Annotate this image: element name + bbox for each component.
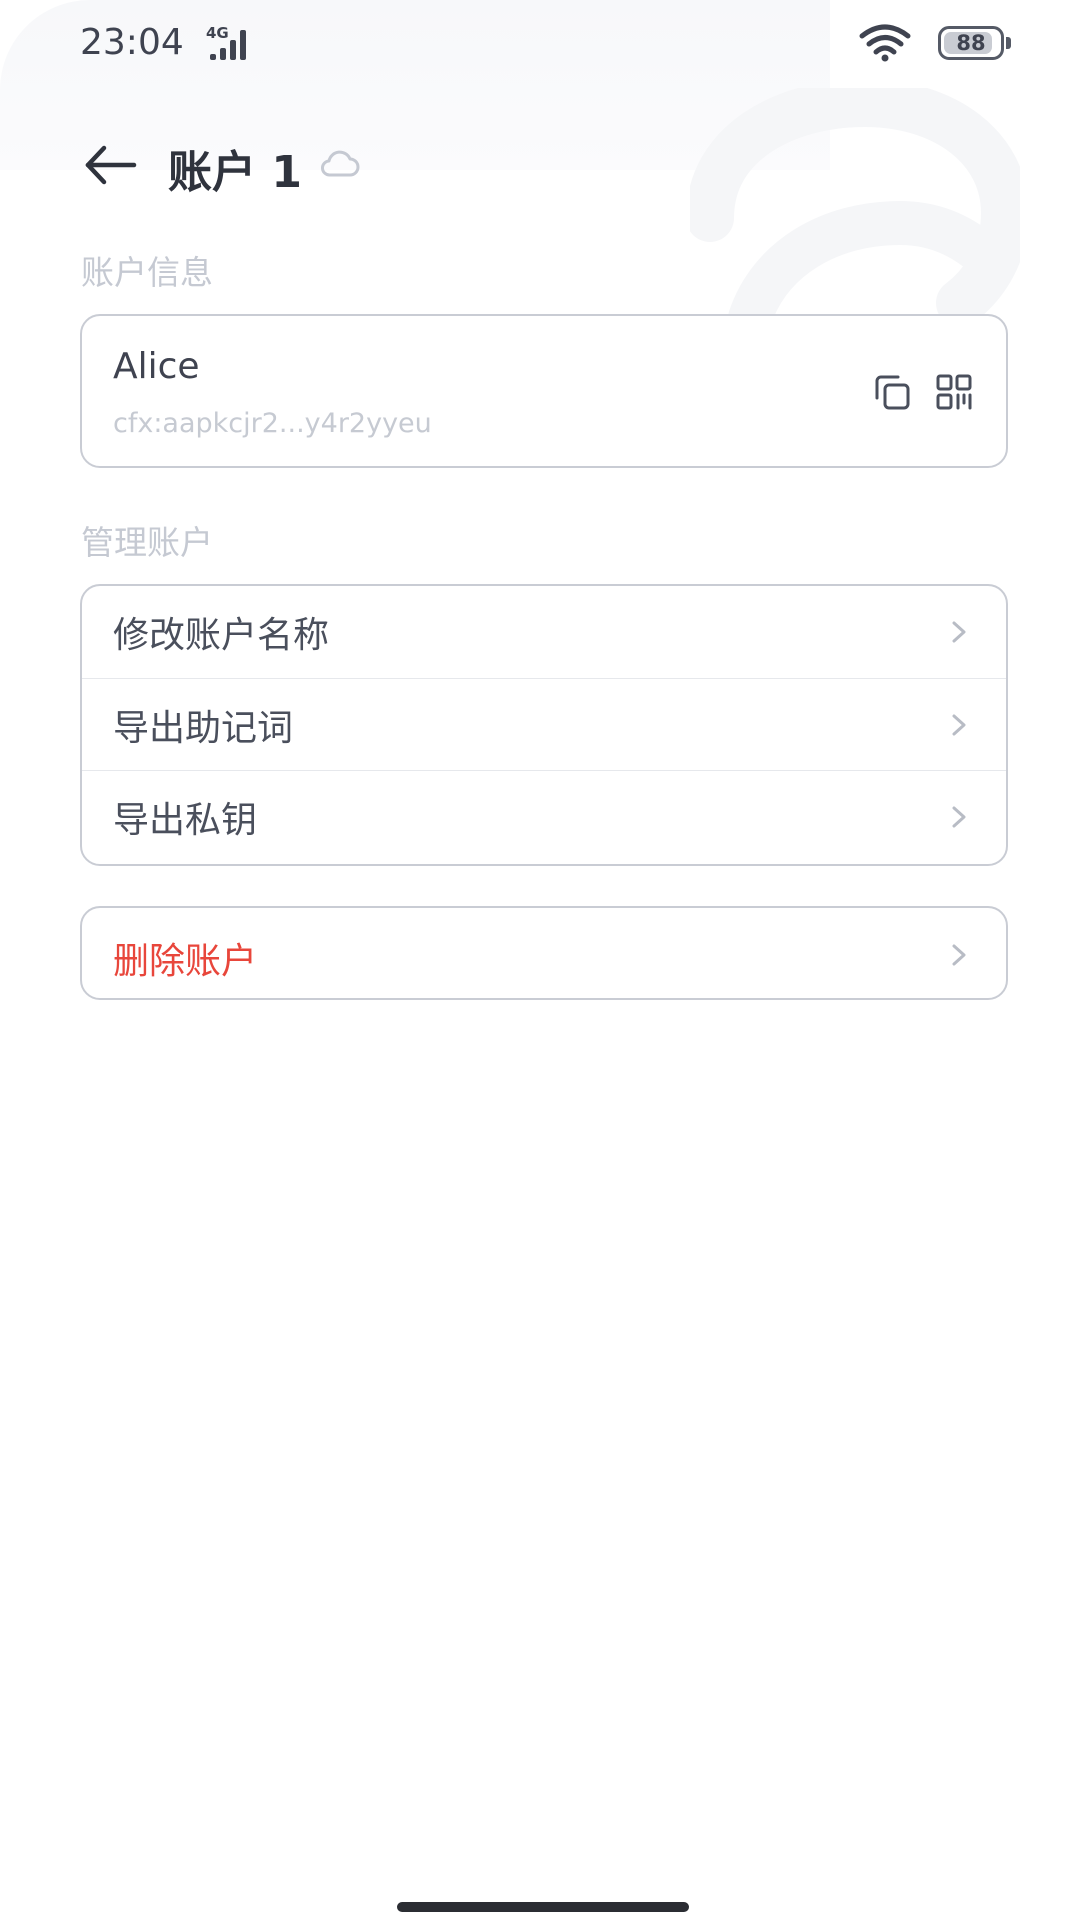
chevron-right-icon — [952, 621, 966, 643]
delete-account-button[interactable]: 删除账户 — [80, 906, 1008, 1000]
account-detail-screen: 23:04 4G 88 账户 1 账户信息 Alice cfx:aapkcjr2… — [0, 0, 1080, 1920]
wifi-icon — [859, 24, 911, 62]
account-name: Alice — [113, 346, 200, 387]
export-mnemonic-label: 导出助记词 — [113, 707, 294, 749]
battery-body: 88 — [938, 26, 1004, 60]
status-time: 23:04 — [80, 22, 184, 63]
delete-account-label: 删除账户 — [113, 941, 258, 982]
background-logo-icon — [690, 88, 1020, 318]
page-title: 账户 1 — [168, 147, 302, 198]
cellular-signal-icon — [210, 30, 246, 60]
back-button[interactable] — [80, 140, 142, 190]
battery-tip — [1006, 37, 1011, 49]
account-info-section-label: 账户信息 — [81, 253, 213, 292]
export-private-key-item[interactable]: 导出私钥 — [82, 770, 1006, 862]
arrow-left-icon — [85, 145, 137, 185]
home-indicator[interactable] — [397, 1902, 689, 1912]
rename-account-label: 修改账户名称 — [113, 615, 330, 656]
copy-icon[interactable] — [872, 372, 912, 412]
account-info-card: Alice cfx:aapkcjr2...y4r2yyeu — [80, 314, 1008, 468]
export-private-key-label: 导出私钥 — [113, 799, 258, 841]
battery-indicator: 88 — [938, 26, 1012, 60]
rename-account-item[interactable]: 修改账户名称 — [82, 586, 1006, 678]
chevron-right-icon — [952, 714, 966, 735]
battery-level: 88 — [956, 31, 986, 55]
status-bar: 23:04 4G 88 — [0, 0, 1080, 90]
chevron-right-icon — [952, 944, 966, 966]
export-mnemonic-item[interactable]: 导出助记词 — [82, 678, 1006, 770]
manage-account-card: 修改账户名称 导出助记词 导出私钥 — [80, 584, 1008, 866]
cloud-icon — [321, 150, 360, 177]
account-address: cfx:aapkcjr2...y4r2yyeu — [113, 408, 432, 439]
chevron-right-icon — [952, 806, 966, 827]
manage-account-section-label: 管理账户 — [81, 523, 213, 562]
qr-code-icon[interactable] — [934, 372, 974, 412]
